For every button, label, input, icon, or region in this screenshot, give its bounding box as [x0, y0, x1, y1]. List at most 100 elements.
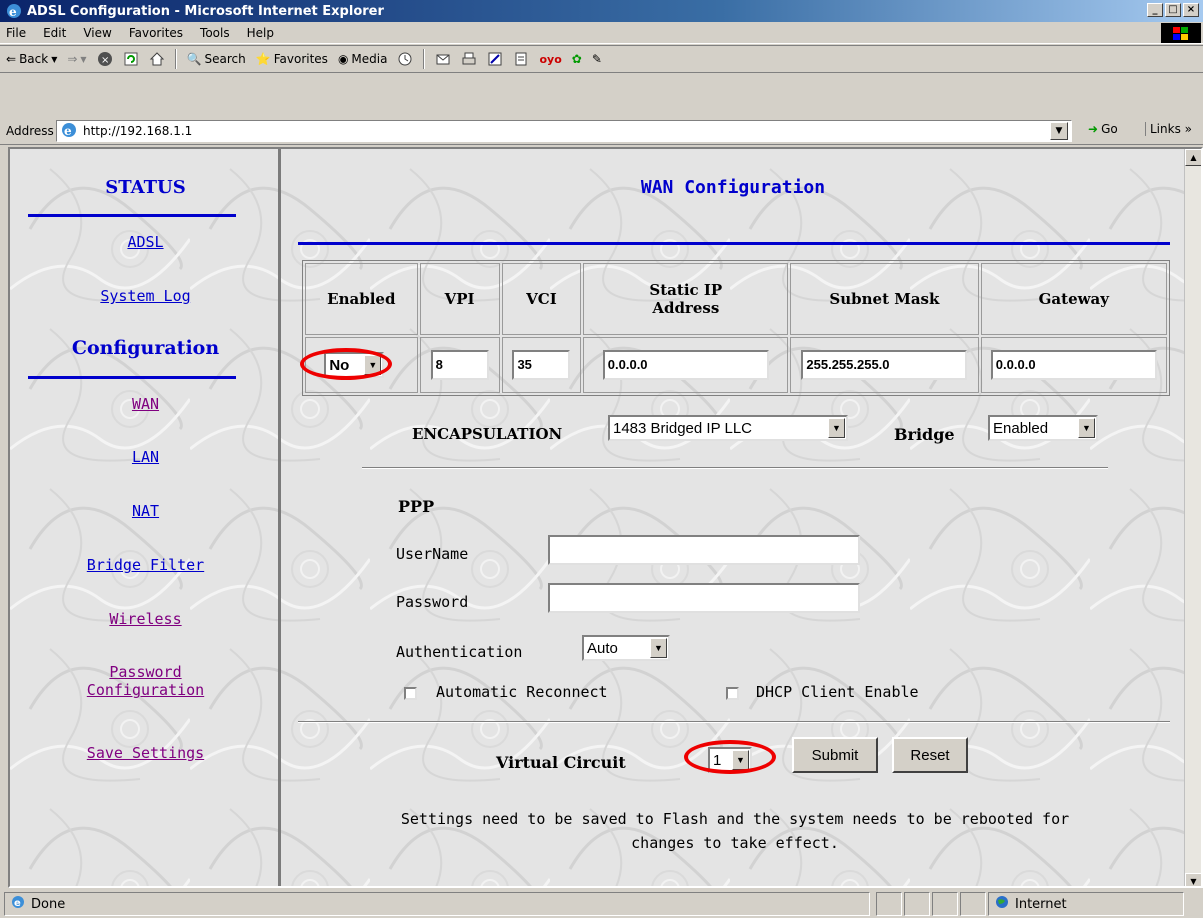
history-icon[interactable]: [397, 51, 413, 67]
password-input[interactable]: [548, 583, 860, 613]
home-icon[interactable]: [149, 51, 165, 67]
plugin-icon[interactable]: ✿: [572, 52, 582, 66]
status-divider: [28, 214, 236, 217]
configuration-divider: [28, 376, 236, 379]
bridge-label: Bridge: [894, 425, 955, 444]
svg-text:e: e: [9, 5, 17, 19]
virtual-circuit-label: Virtual Circuit: [496, 753, 626, 772]
mail-icon[interactable]: [435, 51, 451, 67]
section-divider: [362, 467, 1108, 469]
menu-favorites[interactable]: Favorites: [129, 26, 183, 40]
search-button[interactable]: 🔍 Search: [187, 52, 246, 66]
header-vci: VCI: [501, 263, 582, 335]
subnet-mask-input[interactable]: 255.255.255.0: [801, 350, 968, 380]
maximize-button[interactable]: □: [1165, 3, 1181, 17]
media-icon: ◉: [337, 52, 349, 66]
menu-file[interactable]: File: [6, 26, 26, 40]
minimize-button[interactable]: _: [1147, 3, 1163, 17]
status-heading: STATUS: [105, 177, 186, 198]
messenger-icon[interactable]: oyo: [539, 53, 561, 66]
address-label: Address: [6, 123, 54, 138]
chevron-down-icon: ▼: [828, 418, 845, 438]
highlight-circle: [684, 740, 776, 774]
highlight-circle: [300, 348, 392, 380]
vci-input[interactable]: 35: [512, 350, 571, 380]
chevron-right-icon: »: [1184, 122, 1192, 136]
stop-icon[interactable]: ×: [97, 51, 113, 67]
menu-help[interactable]: Help: [247, 26, 274, 40]
bridge-select[interactable]: Enabled ▼: [988, 415, 1098, 441]
toolbar-separator: [423, 49, 426, 69]
close-button[interactable]: ×: [1183, 3, 1199, 17]
print-icon[interactable]: [461, 51, 477, 67]
edit-icon[interactable]: [487, 51, 503, 67]
page-icon: e: [11, 895, 25, 913]
zone-text: Internet: [1015, 896, 1067, 912]
submit-button[interactable]: Submit: [792, 737, 878, 773]
nav-link-nat[interactable]: NAT: [10, 502, 281, 520]
auto-reconnect-label: Automatic Reconnect: [436, 683, 608, 701]
authentication-select[interactable]: Auto ▼: [582, 635, 670, 661]
username-label: UserName: [396, 545, 469, 563]
username-input[interactable]: [548, 535, 860, 565]
status-panel: [960, 892, 986, 916]
nav-link-adsl[interactable]: ADSL: [10, 233, 281, 251]
address-dropdown-button[interactable]: ▼: [1050, 122, 1068, 140]
nav-link-password-configuration[interactable]: Password Configuration: [10, 663, 281, 699]
window-title: ADSL Configuration - Microsoft Internet …: [27, 3, 384, 19]
header-static-ip: Static IP Address: [583, 263, 789, 335]
static-ip-input[interactable]: 0.0.0.0: [602, 350, 769, 380]
main-frame: WAN Configuration Enabled VPI VCI Static…: [284, 149, 1186, 886]
nav-link-system-log[interactable]: System Log: [10, 287, 281, 305]
configuration-heading: Configuration: [71, 337, 220, 359]
favorites-button[interactable]: ⭐ Favorites: [256, 52, 328, 66]
chevron-down-icon: ▼: [650, 638, 667, 658]
nav-link-bridge-filter[interactable]: Bridge Filter: [10, 556, 281, 574]
forward-arrow-icon: ⇒: [67, 52, 78, 66]
nav-link-wan[interactable]: WAN: [10, 395, 281, 413]
gateway-input[interactable]: 0.0.0.0: [990, 350, 1157, 380]
back-button[interactable]: ⇐ Back ▼: [6, 52, 57, 66]
forward-button[interactable]: ⇒ ▼: [67, 52, 86, 66]
globe-icon: [995, 895, 1009, 913]
vpi-input[interactable]: 8: [430, 350, 489, 380]
header-subnet-mask: Subnet Mask: [790, 263, 979, 335]
refresh-icon[interactable]: [123, 51, 139, 67]
nav-link-wireless[interactable]: Wireless: [10, 610, 281, 628]
media-button[interactable]: ◉ Media: [338, 52, 388, 66]
toolbar: ⇐ Back ▼ ⇒ ▼ × 🔍 Search ⭐ Favorites ◉ Me…: [0, 45, 1203, 73]
menu-edit[interactable]: Edit: [43, 26, 66, 40]
svg-text:e: e: [64, 124, 72, 138]
ie-logo-icon: e: [6, 3, 22, 19]
reset-button[interactable]: Reset: [892, 737, 968, 773]
address-url: http://192.168.1.1: [83, 124, 193, 138]
nav-link-save-settings[interactable]: Save Settings: [10, 744, 281, 762]
dropdown-icon: ▼: [51, 54, 58, 64]
links-button[interactable]: Links »: [1145, 122, 1192, 136]
scroll-down-button[interactable]: ▼: [1185, 873, 1201, 886]
nav-link-lan[interactable]: LAN: [10, 448, 281, 466]
favorites-icon: ⭐: [255, 52, 271, 66]
address-input[interactable]: e http://192.168.1.1: [56, 120, 1072, 142]
discuss-icon[interactable]: [513, 51, 529, 67]
nav-frame: STATUS ADSL System Log Configuration WAN…: [10, 149, 281, 886]
encapsulation-select[interactable]: 1483 Bridged IP LLC ▼: [608, 415, 848, 441]
menu-view[interactable]: View: [83, 26, 111, 40]
go-button[interactable]: ➜ Go: [1088, 122, 1118, 136]
header-gateway: Gateway: [980, 263, 1167, 335]
dropdown-icon: ▼: [80, 54, 87, 64]
header-vpi: VPI: [419, 263, 500, 335]
table-header-row: Enabled VPI VCI Static IP Address Subnet…: [305, 263, 1167, 335]
table-row: No ▼ 8 35 0.0.0.0 255.255.255.0 0.0.0.0: [305, 337, 1167, 393]
page-icon: e: [61, 122, 77, 141]
dhcp-client-checkbox[interactable]: [726, 687, 739, 700]
scroll-up-button[interactable]: ▲: [1185, 149, 1201, 166]
auto-reconnect-checkbox[interactable]: [404, 687, 417, 700]
toolbar-separator: [174, 49, 177, 69]
vertical-scrollbar[interactable]: ▲ ▼: [1184, 149, 1201, 886]
svg-text:×: ×: [101, 55, 109, 66]
status-text: Done: [31, 896, 66, 912]
tool-icon[interactable]: ✎: [592, 52, 602, 66]
menu-tools[interactable]: Tools: [200, 26, 230, 40]
status-panel: [932, 892, 958, 916]
